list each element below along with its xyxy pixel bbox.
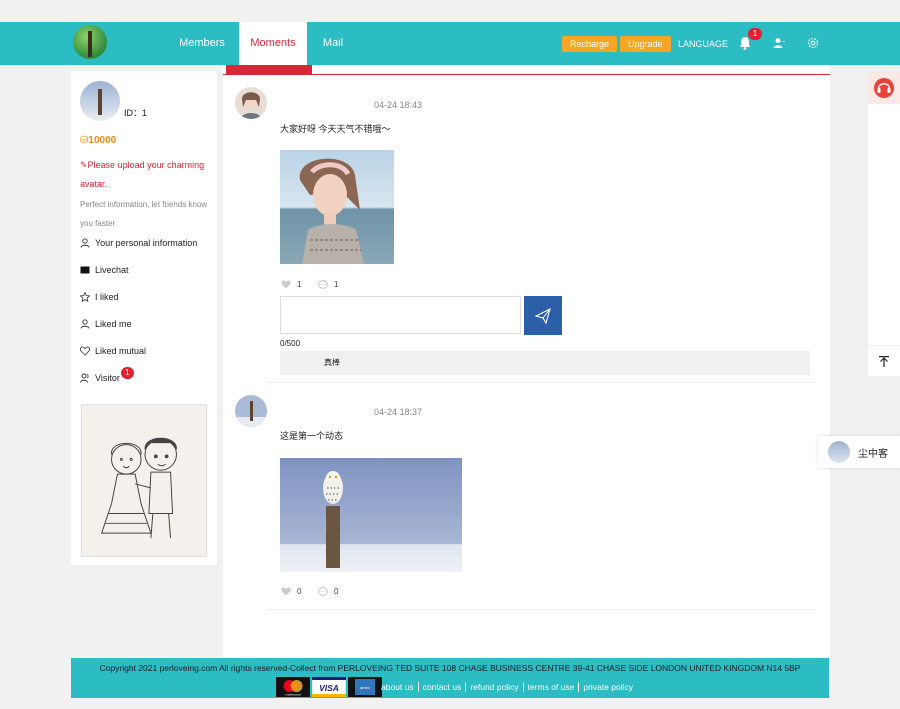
footer-links: about us contact us refund policy terms … [381,682,633,692]
customer-service-button[interactable] [868,72,900,104]
chat-contact-avatar [828,441,850,463]
notification-badge: 1 [748,28,762,40]
amex-label: amex [360,685,370,690]
menu-personal-info[interactable]: Your personal information [80,236,197,250]
couple-sketch-image[interactable] [81,404,207,557]
amex-logo: amex [348,677,382,697]
post-time: 04-24 18:43 [374,100,423,110]
comment-counter[interactable]: 1 [318,280,338,289]
user-add-icon[interactable] [773,37,785,49]
user-id: ID：1 [124,108,148,118]
menu-liked-me[interactable]: Liked me [80,317,132,331]
like-count: 1 [297,280,302,289]
chat-icon [80,266,90,274]
recharge-button[interactable]: Recharge [562,36,618,52]
copyright-text: Copyright 2021 perloveing.com All rights… [99,663,801,673]
mastercard-label: mastercard [285,693,300,697]
footer-link-refund[interactable]: refund policy [465,682,519,692]
feed-tabs [223,65,830,75]
headset-icon [874,78,894,98]
post-text: 这是第一个动态 [280,431,344,441]
footer-link-contact[interactable]: contact us [417,682,461,692]
footer-link-terms[interactable]: terms of use [522,682,574,692]
comment-count: 1 [334,280,339,289]
top-navbar: Members Moments Mail Recharge Upgrade LA… [0,22,900,67]
gear-icon[interactable] [807,37,819,49]
comment-counter[interactable]: 0 [318,587,338,596]
user-icon [80,238,90,248]
nav-mail[interactable]: Mail [316,22,350,65]
menu-visitor[interactable]: Visitor [80,371,120,385]
footer-link-about[interactable]: about us [381,682,414,692]
pencil-icon: ✎ [80,160,88,170]
nav-members[interactable]: Members [172,22,232,65]
perfect-info-text: Perfect information, let friends know yo… [80,200,208,228]
comment-icon [318,280,328,289]
visa-logo: VISA [312,677,346,697]
site-logo[interactable] [73,25,107,59]
menu-label: I liked [95,292,119,302]
menu-label: Liked me [95,319,132,329]
nav-moments[interactable]: Moments [239,22,307,67]
star-icon [80,292,90,302]
menu-label: Liked mutual [95,346,147,356]
language-selector[interactable]: LANGUAGE [678,36,728,52]
paper-plane-icon [534,307,551,325]
chat-contact-name: 尘中客 [858,448,888,460]
payment-cards: mastercard VISA amex [276,677,382,697]
arrow-up-icon [879,356,889,367]
menu-liked-mutual[interactable]: Liked mutual [80,344,146,358]
post-author-avatar[interactable] [235,87,267,119]
post-author-avatar[interactable] [235,395,267,427]
menu-livechat[interactable]: Livechat [80,263,129,277]
avatar[interactable] [80,81,120,121]
like-counter[interactable]: 0 [281,587,301,596]
menu-label: Your personal information [95,238,198,248]
send-comment-button[interactable] [524,296,562,335]
footer: Copyright 2021 perloveing.com All rights… [71,658,829,698]
upload-avatar-link[interactable]: ✎Please upload your charming avatar. [80,156,212,194]
chat-contact-popup[interactable]: 尘中客 [818,436,900,468]
like-counter[interactable]: 1 [281,280,301,289]
char-counter: 0/500 [280,339,301,348]
comment-count: 0 [334,587,339,596]
mastercard-logo: mastercard [276,677,310,697]
side-toolbar [868,72,900,376]
menu-label: Livechat [95,265,129,275]
like-count: 0 [297,587,302,596]
comment-icon [318,587,328,596]
footer-link-privacy[interactable]: private policy [578,682,633,692]
post-divider [268,382,816,383]
upgrade-button[interactable]: Upgrade [620,36,671,52]
users-icon [80,373,89,383]
comment-reply: 真棒 [280,351,810,375]
post-time: 04-24 18:37 [374,407,423,417]
comment-input[interactable] [280,296,521,334]
post-photo-woman-beach[interactable] [280,150,394,264]
scroll-top-button[interactable] [868,345,900,375]
heart-icon [281,280,291,289]
coin-amount: 10000 [88,135,117,146]
user-icon [80,319,90,329]
visa-label: VISA [319,683,339,693]
tab-active[interactable] [226,65,312,74]
post-photo-owl[interactable] [280,458,462,572]
post-text: 大家好呀 今天天气不错哦～ [280,124,391,134]
menu-i-liked[interactable]: I liked [80,290,119,304]
heart-icon [281,587,291,596]
menu-label: Visitor [95,373,120,383]
visitor-count-badge: 1 [121,367,134,379]
heart-icon [80,346,90,356]
profile-sidebar: ID：1 ⛁10000 ✎Please upload your charming… [71,71,217,565]
post-divider [268,609,816,610]
upload-avatar-text: Please upload your charming avatar. [80,160,205,189]
moments-feed: 04-24 18:43 大家好呀 今天天气不错哦～ 1 1 0/500 真棒 0… [223,65,830,660]
coin-balance: ⛁10000 [80,135,116,146]
